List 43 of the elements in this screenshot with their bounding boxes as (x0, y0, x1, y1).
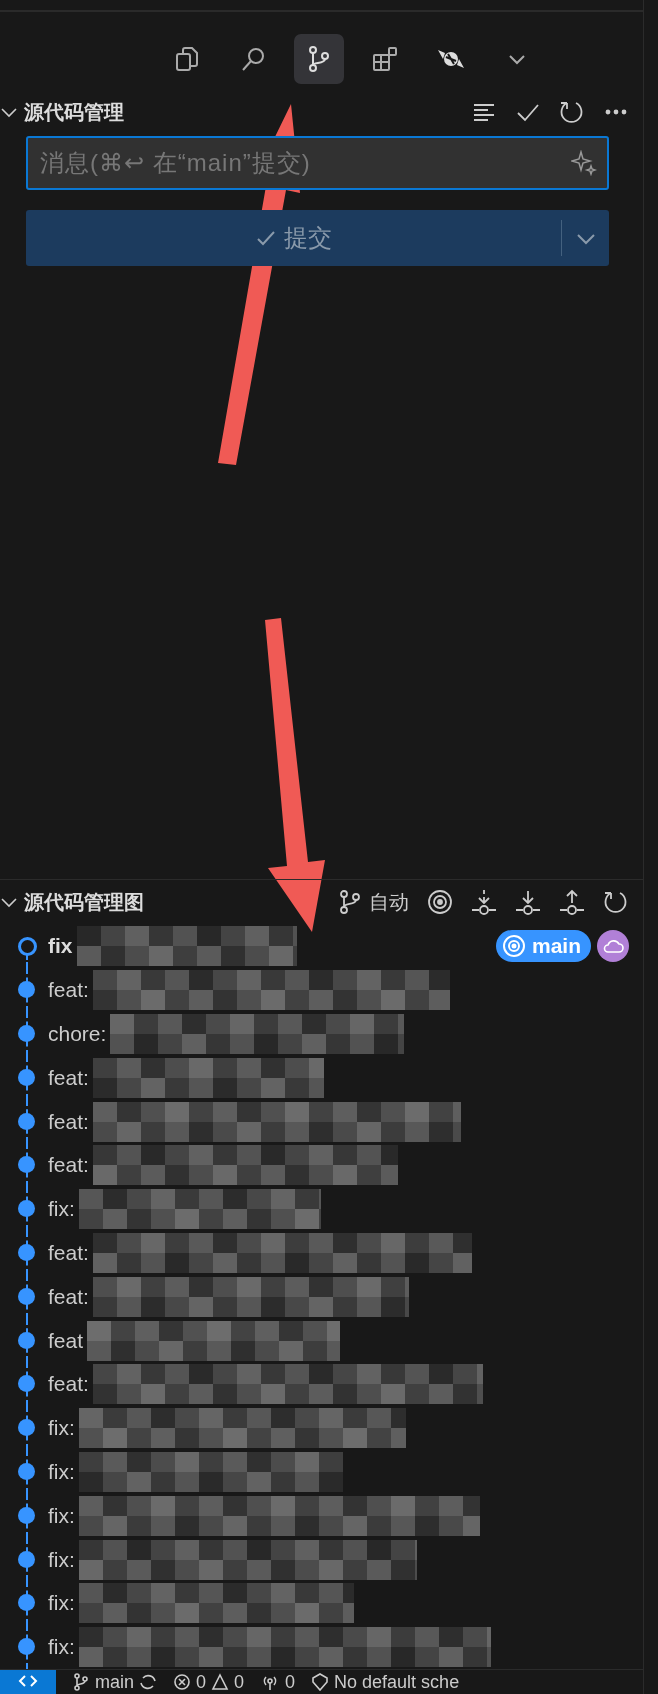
refresh-icon[interactable] (559, 99, 585, 125)
commit-message[interactable]: feat: (48, 1284, 89, 1309)
commit-message[interactable]: fix: (48, 1416, 75, 1441)
commit-message[interactable]: feat: (48, 978, 89, 1003)
commit-message[interactable]: feat: (48, 1240, 89, 1265)
warning-icon[interactable] (211, 1673, 230, 1691)
push-icon[interactable] (559, 889, 585, 916)
commit-message[interactable]: fix (48, 934, 73, 959)
branch-name[interactable]: main (95, 1672, 134, 1692)
extensions-icon[interactable] (370, 45, 399, 73)
commit-message[interactable]: feat (48, 1328, 84, 1353)
fetch-icon[interactable] (471, 889, 497, 916)
commit-message[interactable]: feat: (48, 1109, 89, 1134)
commit-message[interactable]: feat: (48, 1372, 89, 1397)
commit-message[interactable]: fix: (48, 1547, 75, 1572)
branch-icon[interactable] (72, 1673, 90, 1691)
error-count[interactable]: 0 (196, 1672, 207, 1692)
auto-branch-button[interactable]: 自动 (337, 888, 409, 916)
section-title: 源代码管理 (24, 99, 124, 125)
commit-message[interactable]: chore: (48, 1021, 107, 1046)
commit-message-field[interactable]: 消息(⌘↩ 在“main”提交) (26, 136, 609, 190)
branch-badge: main (496, 930, 591, 963)
commit-message[interactable]: fix: (48, 1635, 75, 1660)
commit-message[interactable]: fix: (48, 1459, 75, 1484)
remote-button[interactable] (0, 1670, 56, 1694)
section-title: 源代码管理图 (24, 889, 144, 915)
commit-message[interactable]: fix: (48, 1197, 75, 1222)
branch-icon (337, 889, 363, 916)
sparkle-icon[interactable] (571, 150, 597, 176)
commit-message[interactable]: fix: (48, 1503, 75, 1528)
commit-message[interactable]: fix: (48, 1591, 75, 1616)
warning-count[interactable]: 0 (234, 1672, 245, 1692)
profile-status[interactable]: No default sche (334, 1672, 460, 1692)
commit-message[interactable]: feat: (48, 1065, 89, 1090)
error-icon[interactable] (173, 1673, 191, 1691)
shield-icon[interactable] (311, 1673, 330, 1691)
target-icon[interactable] (427, 889, 453, 916)
commit-message[interactable]: feat: (48, 1153, 89, 1178)
sync-icon[interactable] (139, 1673, 157, 1691)
activity-tab[interactable] (293, 34, 344, 84)
pull-icon[interactable] (515, 889, 541, 916)
ports-count[interactable]: 0 (285, 1672, 296, 1692)
refresh-icon[interactable] (603, 889, 629, 916)
